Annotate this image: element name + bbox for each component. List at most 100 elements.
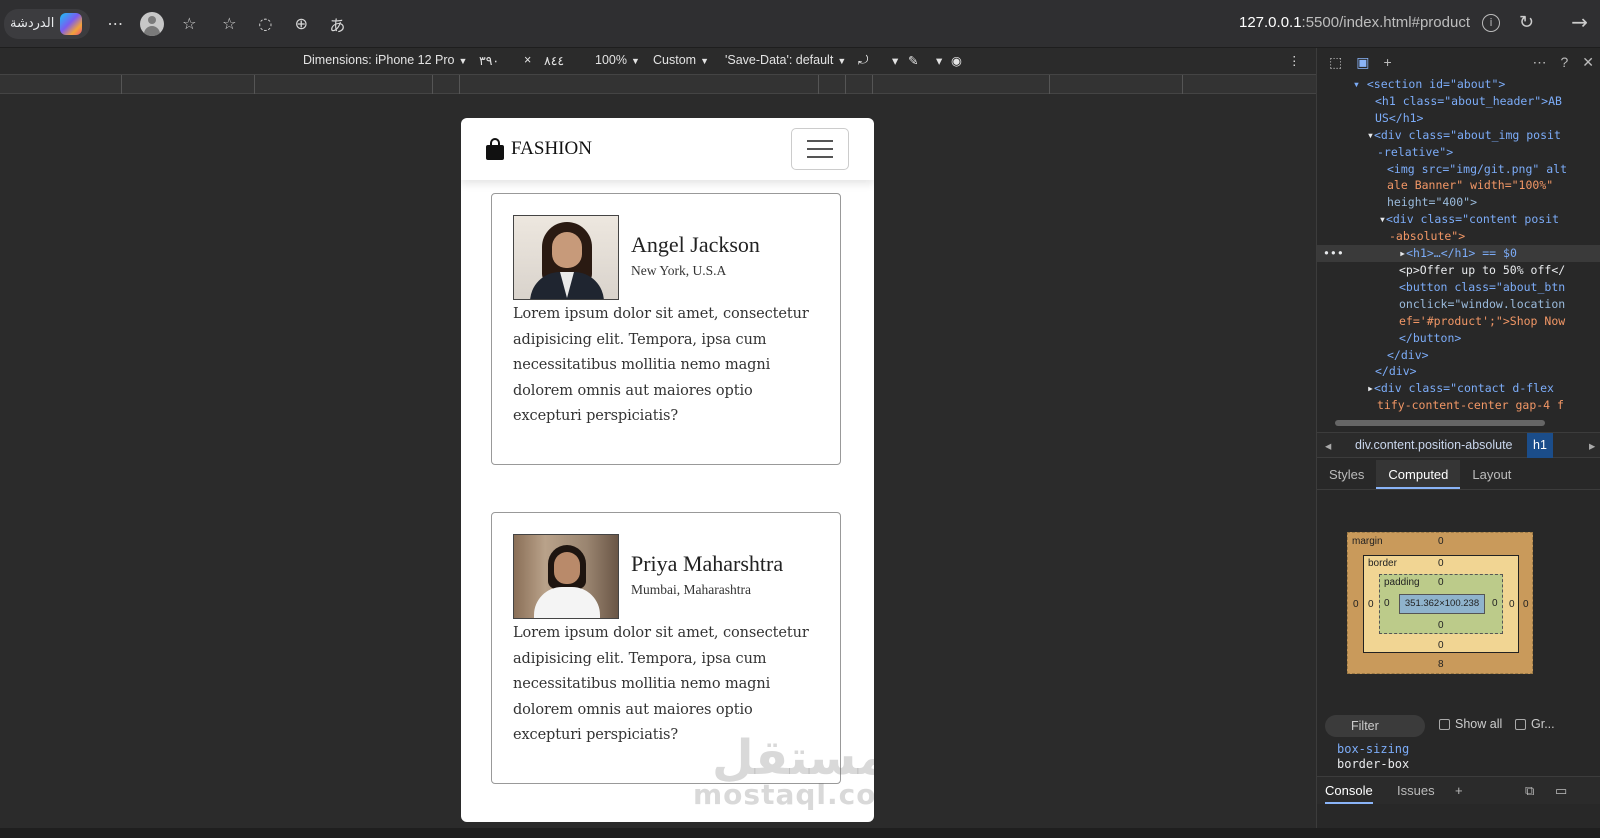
selected-dom-node[interactable]: ••• ▸<h1>…</h1> == $0	[1317, 245, 1600, 262]
chevron-down-icon: ▼	[837, 56, 847, 66]
horizontal-scrollbar[interactable]	[1335, 420, 1545, 426]
more-vertical-icon[interactable]: ⋮	[1288, 53, 1301, 68]
breadcrumb: ◂ div.content.position-absolute h1 ▸	[1317, 432, 1600, 458]
devtools-toolbar: ⬚ ▣ + ⋯ ? ✕	[1317, 48, 1600, 76]
height-input[interactable]: ٨٤٤	[544, 53, 564, 68]
pen-icon[interactable]: ✎	[908, 53, 918, 68]
rotate-icon[interactable]: ⤾	[858, 53, 868, 68]
dom-node[interactable]: ▾<div class="content posit	[1317, 211, 1600, 228]
copilot-chat-button[interactable]: الدردشة	[4, 8, 91, 39]
show-all-label: Show all	[1455, 717, 1503, 731]
breadcrumb-item-active[interactable]: h1	[1527, 433, 1553, 458]
tab-styles[interactable]: Styles	[1317, 460, 1376, 489]
eye-icon[interactable]: ◉	[951, 53, 962, 68]
dom-node[interactable]: US</h1>	[1317, 110, 1600, 127]
chevron-right-icon[interactable]: ▸	[1589, 438, 1595, 453]
content-size: 351.362×100.238	[1399, 594, 1485, 614]
zoom-select[interactable]: 100% ▼	[595, 53, 640, 67]
computed-filter-bar: Filter Show all Gr...	[1317, 712, 1600, 740]
testimonial-text: Lorem ipsum dolor sit amet, consectetur …	[513, 306, 809, 424]
profile-avatar[interactable]	[140, 11, 165, 36]
dom-node[interactable]: onclick="window.location	[1317, 296, 1600, 313]
tab-console[interactable]: Console	[1325, 783, 1373, 804]
border-left-value: 0	[1368, 599, 1374, 610]
shopping-bag-icon	[485, 138, 505, 160]
add-tab-icon[interactable]: +	[1383, 54, 1391, 70]
chevron-down-icon[interactable]: ▾	[936, 53, 942, 68]
device-viewport: FASHION Angel Jackson New York, U.S.A Lo…	[0, 94, 1316, 828]
group-checkbox[interactable]	[1515, 719, 1526, 730]
tab-issues[interactable]: Issues	[1397, 783, 1435, 798]
inspect-element-icon[interactable]: ⬚	[1329, 54, 1342, 71]
device-toggle-icon[interactable]: ▣	[1356, 54, 1369, 71]
dom-node[interactable]: -absolute">	[1317, 228, 1600, 245]
dom-node[interactable]: <p>Offer up to 50% off</	[1317, 262, 1600, 279]
dom-node[interactable]: <img src="img/git.png" alt	[1317, 161, 1600, 178]
border-label: border	[1368, 558, 1397, 569]
read-aloud-icon[interactable]: あ	[324, 11, 350, 37]
dom-node[interactable]: </div>	[1317, 363, 1600, 380]
dimensions-select[interactable]: Dimensions: iPhone 12 Pro ▼	[303, 53, 467, 67]
computed-property[interactable]: box-sizing border-box	[1337, 742, 1409, 772]
chevron-down-icon[interactable]: ▾	[892, 53, 898, 68]
throttle-select[interactable]: Custom ▼	[653, 53, 709, 67]
dom-node[interactable]: height="400">	[1317, 194, 1600, 211]
show-all-checkbox[interactable]	[1439, 719, 1450, 730]
dom-node[interactable]: -relative">	[1317, 144, 1600, 161]
width-input[interactable]: ٣٩٠	[479, 53, 499, 68]
dom-node[interactable]: <button class="about_btn	[1317, 279, 1600, 296]
brand-name: FASHION	[511, 138, 592, 159]
padding-bottom-value: 0	[1438, 620, 1444, 631]
help-icon[interactable]: ?	[1560, 54, 1568, 70]
dom-node[interactable]: </button>	[1317, 330, 1600, 347]
more-options-icon[interactable]: ⋯	[102, 11, 128, 37]
watermark-latin: mostaql.com	[693, 778, 874, 811]
box-model-diagram: margin 0 8 0 0 border 0 0 0 0 padding 0 …	[1347, 532, 1533, 674]
reload-icon[interactable]: ↻	[1519, 12, 1534, 33]
save-data-select[interactable]: 'Save-Data': default ▼	[725, 53, 846, 67]
add-favorite-star-icon[interactable]: ☆	[216, 11, 242, 37]
hamburger-menu-button[interactable]	[791, 128, 849, 170]
panel-icon[interactable]: ▭	[1555, 783, 1567, 799]
dom-tree[interactable]: ▾ <section id="about"> <h1 class="about_…	[1317, 76, 1600, 418]
padding-right-value: 0	[1492, 598, 1498, 609]
property-name: box-sizing	[1337, 742, 1410, 756]
profile-photo	[513, 215, 619, 300]
navbar: FASHION	[461, 118, 874, 180]
dom-node[interactable]: ▸<div class="contact d-flex	[1317, 380, 1600, 397]
dom-node[interactable]: ale Banner" width="100%"	[1317, 177, 1600, 194]
zoom-icon[interactable]: ⊕	[288, 11, 314, 37]
profile-photo	[513, 534, 619, 619]
breadcrumb-item[interactable]: div.content.position-absolute	[1355, 438, 1513, 452]
address-bar[interactable]: 127.0.0.1:5500/index.html#product	[1239, 14, 1470, 31]
close-icon[interactable]: ✕	[1582, 54, 1600, 71]
padding-box: padding 0 0 0 0 351.362×100.238	[1379, 574, 1503, 634]
dom-node[interactable]: <h1 class="about_header">AB	[1317, 93, 1600, 110]
padding-top-value: 0	[1438, 577, 1444, 588]
phone-screen: FASHION Angel Jackson New York, U.S.A Lo…	[461, 118, 874, 822]
dom-node[interactable]: ▾ <section id="about">	[1317, 76, 1600, 93]
copilot-icon	[60, 12, 83, 35]
watermark-arabic: مستقل	[712, 730, 874, 786]
dom-node[interactable]: ef='#product';">Shop Now	[1317, 313, 1600, 330]
dom-node[interactable]: </div>	[1317, 347, 1600, 364]
chevron-left-icon[interactable]: ◂	[1325, 438, 1331, 453]
tab-computed[interactable]: Computed	[1376, 460, 1461, 489]
brand-logo[interactable]: FASHION	[485, 138, 592, 160]
dom-node[interactable]: ▾<div class="about_img posit	[1317, 127, 1600, 144]
site-info-icon[interactable]: i	[1482, 14, 1500, 32]
favorites-icon[interactable]: ☆	[176, 11, 202, 37]
device-toolbar: Dimensions: iPhone 12 Pro ▼ ٣٩٠ × ٨٤٤ 100…	[0, 48, 1316, 74]
tab-layout[interactable]: Layout	[1460, 460, 1523, 489]
dom-node[interactable]: tify-content-center gap-4 f	[1317, 397, 1600, 414]
dock-icon[interactable]: ⧉	[1525, 783, 1534, 799]
border-top-value: 0	[1438, 558, 1444, 569]
times-icon: ×	[524, 53, 532, 67]
filter-input[interactable]: Filter	[1325, 715, 1425, 737]
add-tab-icon[interactable]: +	[1455, 783, 1463, 798]
page-actions-icon[interactable]: ◌	[252, 11, 278, 37]
media-query-ruler	[0, 74, 1316, 95]
forward-arrow-icon[interactable]: →	[1571, 10, 1588, 34]
browser-toolbar: الدردشة ⋯ ☆ ☆ ◌ ⊕ あ 127.0.0.1:5500/index…	[0, 0, 1600, 48]
more-options-icon[interactable]: ⋯	[1532, 54, 1546, 71]
